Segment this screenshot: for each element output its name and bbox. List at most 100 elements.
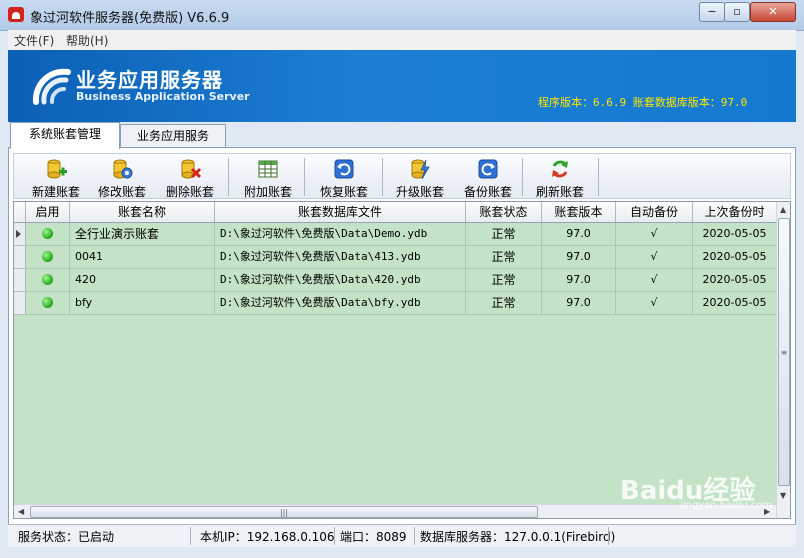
toolbar-separator [382, 158, 383, 196]
database-delete-icon [181, 159, 201, 179]
table-row[interactable]: 0041 D:\象过河软件\免费版\Data\413.ydb 正常 97.0 √… [14, 246, 776, 269]
delete-account-button[interactable]: 删除账套 [160, 156, 220, 199]
app-logo-icon [32, 68, 71, 105]
edit-account-label: 修改账套 [97, 185, 146, 199]
toolbar-separator [598, 158, 599, 196]
last-backup-cell: 2020-05-05 [702, 250, 767, 263]
menu-help[interactable]: 帮助(H) [66, 32, 108, 49]
service-status: 服务状态：已启动 [18, 530, 115, 544]
db-file-cell: D:\象过河软件\免费版\Data\413.ydb [215, 246, 466, 268]
tab-account-management[interactable]: 系统账套管理 [10, 122, 120, 149]
column-enabled[interactable]: 启用 [26, 202, 70, 222]
column-version[interactable]: 账套版本 [542, 202, 616, 222]
backup-account-button[interactable]: 备份账套 [458, 156, 518, 199]
attach-account-button[interactable]: 附加账套 [238, 156, 298, 199]
enabled-status-icon [42, 251, 53, 262]
version-info: 程序版本：6.6.9 账套数据库版本：97.0 [538, 96, 748, 109]
scroll-up-icon[interactable]: ▲ [780, 206, 786, 214]
new-account-button[interactable]: 新建账套 [26, 156, 86, 199]
last-backup-cell: 2020-05-05 [702, 273, 767, 286]
window-title: 象过河软件服务器(免费版) V6.6.9 [30, 11, 230, 26]
status-cell: 正常 [466, 292, 542, 314]
version-cell: 97.0 [542, 246, 616, 268]
tab-strip: 系统账套管理 业务应用服务 [8, 122, 796, 149]
main-window: 象过河软件服务器(免费版) V6.6.9 − ▫ ✕ 文件(F) 帮助(H) 业… [0, 0, 804, 558]
db-file-cell: D:\象过河软件\免费版\Data\420.ydb [215, 269, 466, 291]
restore-account-button[interactable]: 恢复账套 [314, 156, 374, 199]
account-name-cell: bfy [70, 292, 215, 314]
version-cell: 97.0 [542, 223, 616, 245]
account-name-cell: 420 [70, 269, 215, 291]
upgrade-account-button[interactable]: 升级账套 [390, 156, 450, 199]
refresh-account-button[interactable]: 刷新账套 [530, 156, 590, 199]
status-cell: 正常 [466, 223, 542, 245]
last-backup-cell: 2020-05-05 [702, 227, 767, 240]
enabled-cell [26, 292, 70, 314]
enabled-status-icon [42, 297, 53, 308]
minimize-button[interactable]: − [699, 2, 725, 22]
database-edit-icon [113, 159, 133, 179]
status-separator [190, 527, 191, 545]
enabled-cell [26, 269, 70, 291]
row-indicator [14, 269, 26, 291]
database-add-icon [47, 159, 67, 179]
port: 端口：8089 [340, 530, 407, 544]
row-header-corner [14, 202, 26, 222]
column-auto-backup[interactable]: 自动备份 [616, 202, 693, 222]
table-row[interactable]: 420 D:\象过河软件\免费版\Data\420.ydb 正常 97.0 √ … [14, 269, 776, 292]
toolbar-separator [304, 158, 305, 196]
db-server: 数据库服务器：127.0.0.1(Firebird) [420, 530, 616, 544]
row-indicator [14, 292, 26, 314]
auto-backup-cell: √ [616, 269, 693, 291]
horizontal-scroll-thumb[interactable]: ||| [30, 506, 538, 518]
version-cell: 97.0 [542, 292, 616, 314]
scroll-down-icon[interactable]: ▼ [780, 492, 786, 500]
toolbar: 新建账套 修改账套 删除账套 附加账套 恢复账套 升级账套 备份账套 刷新账套 [13, 153, 791, 199]
column-account-name[interactable]: 账套名称 [70, 202, 215, 222]
title-bar[interactable]: 象过河软件服务器(免费版) V6.6.9 − ▫ ✕ [0, 0, 804, 31]
auto-backup-cell: √ [616, 223, 693, 245]
refresh-account-label: 刷新账套 [535, 185, 584, 199]
backup-arrow-icon [478, 159, 498, 179]
column-db-file[interactable]: 账套数据库文件 [215, 202, 466, 222]
enabled-cell [26, 246, 70, 268]
grid-header: 启用 账套名称 账套数据库文件 账套状态 账套版本 自动备份 上次备份时 [14, 202, 776, 223]
watermark-url: jingyan.baidu.com [680, 500, 773, 511]
attach-account-label: 附加账套 [243, 185, 292, 199]
backup-account-label: 备份账套 [463, 185, 512, 199]
status-separator [608, 527, 609, 545]
delete-account-label: 删除账套 [165, 185, 214, 199]
db-file-cell: D:\象过河软件\免费版\Data\Demo.ydb [215, 223, 466, 245]
tab-business-service[interactable]: 业务应用服务 [120, 124, 226, 148]
column-status[interactable]: 账套状态 [466, 202, 542, 222]
banner-subtitle: Business Application Server [76, 90, 250, 103]
vertical-scroll-thumb[interactable]: ≡ [778, 218, 790, 486]
restore-arrow-icon [334, 159, 354, 179]
account-name-cell: 全行业演示账套 [70, 223, 215, 245]
vertical-scrollbar[interactable]: ▲ ≡ ▼ [776, 202, 790, 518]
edit-account-button[interactable]: 修改账套 [92, 156, 152, 199]
restore-account-label: 恢复账套 [319, 185, 368, 199]
table-row[interactable]: 全行业演示账套 D:\象过河软件\免费版\Data\Demo.ydb 正常 97… [14, 223, 776, 246]
enabled-status-icon [42, 228, 53, 239]
maximize-button[interactable]: ▫ [724, 2, 750, 22]
table-row[interactable]: bfy D:\象过河软件\免费版\Data\bfy.ydb 正常 97.0 √ … [14, 292, 776, 315]
refresh-icon [552, 160, 568, 178]
status-cell: 正常 [466, 269, 542, 291]
auto-backup-cell: √ [616, 292, 693, 314]
db-file-cell: D:\象过河软件\免费版\Data\bfy.ydb [215, 292, 466, 314]
menu-bar: 文件(F) 帮助(H) [8, 30, 796, 50]
close-button[interactable]: ✕ [750, 2, 796, 22]
row-indicator [14, 246, 26, 268]
auto-backup-cell: √ [616, 246, 693, 268]
account-name-cell: 0041 [70, 246, 215, 268]
current-row-pointer-icon [16, 230, 21, 238]
enabled-status-icon [42, 274, 53, 285]
menu-file[interactable]: 文件(F) [14, 32, 54, 49]
column-last-backup[interactable]: 上次备份时 [693, 202, 776, 222]
last-backup-cell: 2020-05-05 [702, 296, 767, 309]
header-banner: 业务应用服务器 Business Application Server 程序版本… [8, 50, 796, 122]
row-indicator [14, 223, 26, 245]
status-bar: 服务状态：已启动 本机IP：192.168.0.106 端口：8089 数据库服… [8, 524, 796, 547]
scroll-left-icon[interactable]: ◀ [18, 508, 24, 516]
